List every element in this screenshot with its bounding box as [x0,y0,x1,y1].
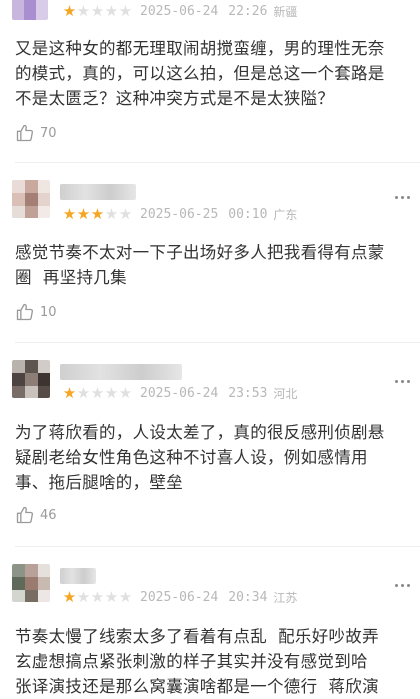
star-icon: ★ [62,384,76,402]
review-meta: ★ ★ ★ ★ ★ 2025-06-24 23:53 河北 [62,384,298,402]
review-region: 广东 [273,207,298,222]
thumbs-up-icon [16,303,34,321]
star-rating: ★ ★ ★ ★ ★ [62,384,132,402]
review-date: 2025-06-24 [140,589,219,605]
like-count: 46 [40,507,57,523]
star-icon: ★ [104,2,118,20]
review-text: 为了蒋欣看的，人设太差了，真的很反感刑侦剧悬 疑剧老给女性角色这种不讨喜人设，例… [15,423,385,492]
review-time: 23:53 [228,385,268,401]
like-button[interactable]: 70 [15,122,57,144]
review-date: 2025-06-24 [140,3,219,19]
star-icon: ★ [118,205,132,223]
star-icon: ★ [76,588,90,606]
like-button[interactable]: 46 [15,504,57,526]
thumbs-up-icon [16,124,34,142]
star-icon: ★ [62,588,76,606]
star-icon: ★ [90,384,104,402]
review-time: 22:26 [228,3,268,19]
review-text: 又是这种女的都无理取闹胡搅蛮缠，男的理性无奈 的模式，真的，可以这么拍，但是总这… [15,39,385,108]
star-icon: ★ [76,205,90,223]
review-text: 感觉节奏不太对一下子出场好多人把我看得有点蒙 圈 再坚持几集 [15,243,385,287]
like-count: 70 [40,125,57,141]
star-rating: ★ ★ ★ ★ ★ [62,588,132,606]
star-icon: ★ [118,2,132,20]
star-rating: ★ ★ ★ ★ ★ [62,205,132,223]
star-icon: ★ [76,384,90,402]
username-blurred[interactable] [60,184,136,200]
review-time: 00:10 [228,206,268,222]
username-blurred[interactable] [60,364,182,380]
more-icon[interactable] [392,578,412,592]
more-icon[interactable] [392,190,412,204]
review-time: 20:34 [228,589,268,605]
star-icon: ★ [90,205,104,223]
review-region: 江苏 [273,590,298,605]
star-icon: ★ [62,205,76,223]
star-icon: ★ [90,2,104,20]
star-icon: ★ [90,588,104,606]
star-icon: ★ [104,588,118,606]
star-icon: ★ [62,2,76,20]
review-date: 2025-06-25 [140,206,219,222]
avatar[interactable] [12,0,48,20]
star-icon: ★ [118,384,132,402]
review-meta: ★ ★ ★ ★ ★ 2025-06-24 20:34 江苏 [62,588,298,606]
avatar[interactable] [12,180,50,218]
star-icon: ★ [118,588,132,606]
like-button[interactable]: 10 [15,301,57,323]
avatar[interactable] [12,564,50,602]
star-icon: ★ [104,205,118,223]
star-icon: ★ [76,2,90,20]
star-icon: ★ [104,384,118,402]
divider [15,162,420,163]
username-blurred[interactable] [60,568,96,584]
review-meta: ★ ★ ★ ★ ★ 2025-06-25 00:10 广东 [62,205,298,223]
more-icon[interactable] [392,374,412,388]
review-region: 新疆 [273,4,298,19]
review-region: 河北 [273,386,298,401]
avatar[interactable] [12,360,50,398]
star-rating: ★ ★ ★ ★ ★ [62,2,132,20]
review-meta: ★ ★ ★ ★ ★ 2025-06-24 22:26 新疆 [62,2,298,20]
review-date: 2025-06-24 [140,385,219,401]
divider [15,342,420,343]
thumbs-up-icon [16,506,34,524]
divider [15,546,420,547]
like-count: 10 [40,304,57,320]
